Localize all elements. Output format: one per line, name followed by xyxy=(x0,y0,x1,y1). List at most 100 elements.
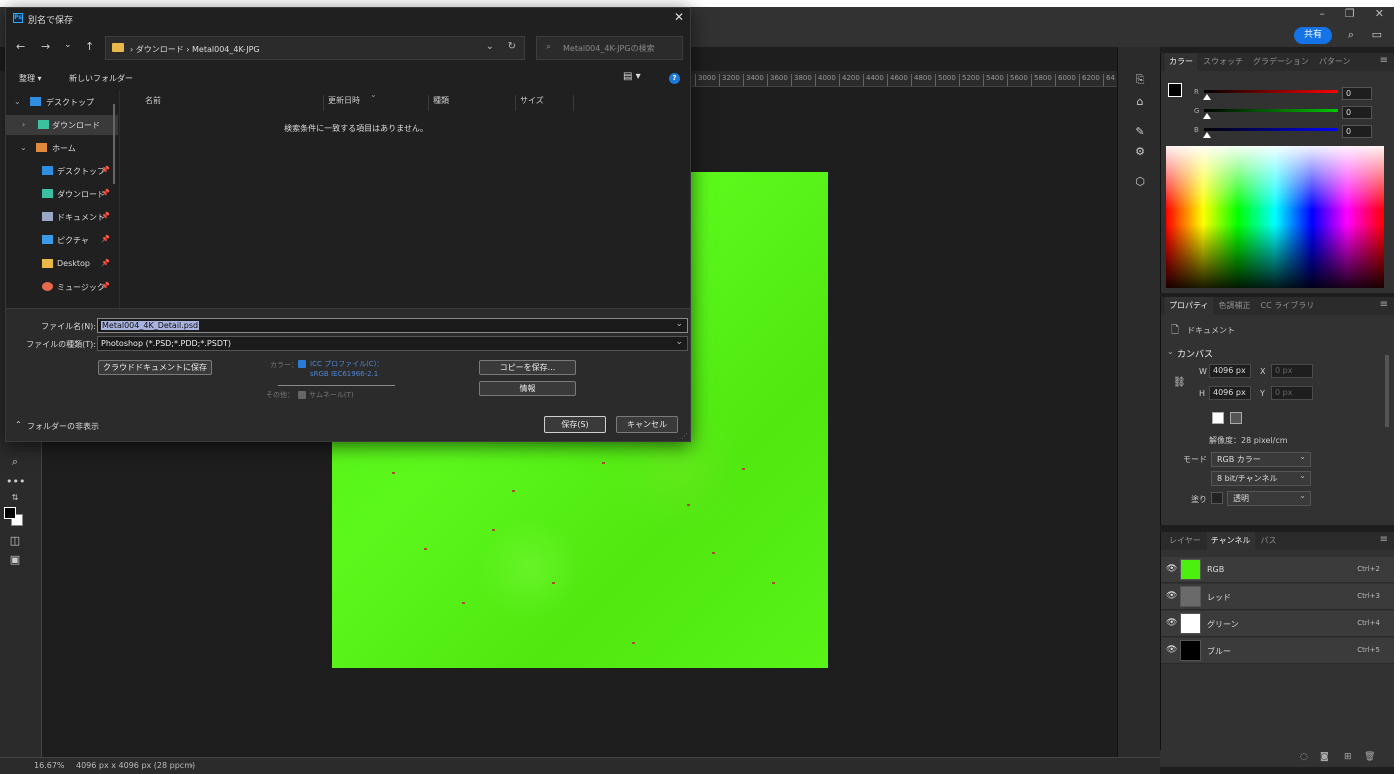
search-icon[interactable]: ⌕ xyxy=(1348,28,1354,42)
eye-icon[interactable]: 👁 xyxy=(1166,618,1177,628)
info-button[interactable]: 情報 xyxy=(479,381,576,396)
channel-row-red[interactable]: 👁 レッド Ctrl+3 xyxy=(1161,584,1394,610)
address-bar[interactable]: › ダウンロード › Metal004_4K-JPG ⌄ ↻ xyxy=(105,36,525,60)
chevron-icon[interactable]: › xyxy=(22,120,25,129)
tab-adjustments[interactable]: 色調補正 xyxy=(1215,297,1255,315)
tab-gradients[interactable]: グラデーション xyxy=(1249,53,1313,71)
organize-button[interactable]: 整理 ▾ xyxy=(19,73,42,84)
nav-item-desktop-pinned[interactable]: デスクトップ 📌 xyxy=(6,161,118,181)
recent-locations-icon[interactable]: ⌄ xyxy=(64,40,72,50)
nav-item-downloads[interactable]: › ダウンロード xyxy=(6,115,118,135)
pin-icon[interactable]: 📌 xyxy=(101,259,110,267)
mode-select[interactable]: RGB カラー xyxy=(1211,450,1311,467)
more-tools-icon[interactable]: ••• xyxy=(6,475,25,491)
history-icon[interactable]: ⎘ xyxy=(1132,73,1148,89)
eye-icon[interactable]: 👁 xyxy=(1166,645,1177,655)
y-field[interactable]: 0 px xyxy=(1271,386,1313,400)
tab-cc-libraries[interactable]: CC ライブラリ xyxy=(1257,297,1319,315)
slider-red-track[interactable] xyxy=(1204,90,1338,93)
slider-green[interactable]: G 0 xyxy=(1194,106,1394,120)
tab-swatches[interactable]: スウォッチ xyxy=(1199,53,1247,71)
nav-item-downloads-pinned[interactable]: ダウンロード 📌 xyxy=(6,184,118,204)
eye-icon[interactable]: 👁 xyxy=(1166,591,1177,601)
channel-row-blue[interactable]: 👁 ブルー Ctrl+5 xyxy=(1161,638,1394,664)
status-arrow-icon[interactable]: › xyxy=(190,761,193,770)
link-icon[interactable]: ⛓ xyxy=(1173,377,1186,388)
foreground-swatch[interactable] xyxy=(1168,83,1182,97)
new-folder-button[interactable]: 新しいフォルダー xyxy=(69,73,133,84)
zoom-tool-icon[interactable]: ⌕ xyxy=(6,455,24,471)
chevron-icon[interactable]: ⌄ xyxy=(14,97,21,106)
view-options-icon[interactable]: ▤ ▾ xyxy=(623,71,641,82)
slider-blue-value[interactable]: 0 xyxy=(1342,125,1372,138)
eye-icon[interactable]: 👁 xyxy=(1166,564,1177,574)
pin-icon[interactable]: 📌 xyxy=(101,166,110,174)
column-header-type[interactable]: 種類 xyxy=(429,95,516,111)
navigation-scrollbar[interactable] xyxy=(113,104,115,184)
panel-menu-icon[interactable]: ≡ xyxy=(1380,299,1388,310)
slider-green-thumb[interactable] xyxy=(1203,113,1211,119)
slider-blue[interactable]: B 0 xyxy=(1194,125,1394,139)
panel-menu-icon[interactable]: ≡ xyxy=(1380,534,1388,545)
section-chevron-icon[interactable]: ⌄ xyxy=(1167,347,1174,356)
quick-mask-icon[interactable]: ◫ xyxy=(6,534,24,550)
breadcrumb[interactable]: › ダウンロード › Metal004_4K-JPG xyxy=(130,44,260,55)
save-selection-icon[interactable]: ◙ xyxy=(1320,752,1329,762)
dialog-titlebar[interactable]: Ps 別名で保存 ✕ xyxy=(6,8,690,28)
help-icon[interactable]: ? xyxy=(669,73,680,84)
refresh-icon[interactable]: ↻ xyxy=(508,41,516,52)
pin-icon[interactable]: 📌 xyxy=(101,282,110,290)
minimize-icon[interactable]: – xyxy=(1319,7,1325,21)
workspace-icon[interactable]: ▭ xyxy=(1372,28,1382,41)
color-spectrum[interactable] xyxy=(1166,146,1384,288)
filetype-select[interactable]: Photoshop (*.PSD;*.PDD;*.PSDT) ⌄ xyxy=(97,336,688,351)
new-channel-icon[interactable]: ⊞ xyxy=(1344,752,1352,762)
save-button[interactable]: 保存(S) xyxy=(544,416,606,433)
filename-field[interactable]: Metal004_4K_Detail.psd ⌄ xyxy=(97,318,688,333)
save-copy-button[interactable]: コピーを保存... xyxy=(479,360,576,375)
properties-scrollbar[interactable] xyxy=(1385,355,1389,427)
slider-red-value[interactable]: 0 xyxy=(1342,87,1372,100)
nav-item-desktop[interactable]: ⌄ デスクトップ xyxy=(6,92,118,112)
height-field[interactable]: 4096 px xyxy=(1209,386,1251,400)
file-list[interactable]: 名前 ⌄ 更新日時 種類 サイズ 検索条件に一致する項目はありません。 xyxy=(121,90,690,308)
cloud-document-button[interactable]: クラウドドキュメントに保存 xyxy=(98,360,212,375)
channel-row-rgb[interactable]: 👁 RGB Ctrl+2 xyxy=(1161,557,1394,583)
actions-icon[interactable]: ⌂ xyxy=(1132,95,1148,111)
width-field[interactable]: 4096 px xyxy=(1209,364,1251,378)
chevron-down-icon[interactable]: ⌄ xyxy=(486,41,494,52)
brush-icon[interactable]: ✎ xyxy=(1132,125,1148,141)
hide-folders-button[interactable]: フォルダーの非表示 xyxy=(27,421,99,432)
thumbnail-checkbox[interactable] xyxy=(298,391,306,399)
chevron-up-icon[interactable]: ⌃ xyxy=(15,420,22,429)
up-arrow-icon[interactable]: ↑ xyxy=(85,40,94,53)
tab-patterns[interactable]: パターン xyxy=(1315,53,1355,71)
column-header-name[interactable]: 名前 xyxy=(145,95,324,111)
nav-item-documents[interactable]: ドキュメント 📌 xyxy=(6,207,118,227)
tab-channels[interactable]: チャンネル xyxy=(1206,532,1255,550)
chevron-icon[interactable]: ⌄ xyxy=(20,143,27,152)
slider-green-value[interactable]: 0 xyxy=(1342,106,1372,119)
restore-icon[interactable]: ❐ xyxy=(1345,7,1355,21)
column-header-date[interactable]: 更新日時 xyxy=(324,95,429,111)
nav-item-desktop-folder[interactable]: Desktop 📌 xyxy=(6,254,118,274)
icc-profile-label[interactable]: ICC プロファイル(C)： xyxy=(310,359,383,369)
fill-select[interactable]: 透明 xyxy=(1227,489,1311,506)
chevron-down-icon[interactable]: ⌄ xyxy=(675,318,683,331)
foreground-color-swatch[interactable] xyxy=(4,507,16,519)
nav-item-pictures[interactable]: ピクチャ 📌 xyxy=(6,230,118,250)
tab-paths[interactable]: パス xyxy=(1257,532,1281,550)
slider-blue-thumb[interactable] xyxy=(1203,132,1211,138)
channel-row-green[interactable]: 👁 グリーン Ctrl+4 xyxy=(1161,611,1394,637)
tab-layers[interactable]: レイヤー xyxy=(1165,532,1205,550)
cancel-button[interactable]: キャンセル xyxy=(616,416,678,433)
share-button[interactable]: 共有 xyxy=(1294,27,1332,44)
document-info[interactable]: 4096 px x 4096 px (28 ppcm) xyxy=(76,761,195,770)
back-arrow-icon[interactable]: ← xyxy=(16,40,25,53)
slider-green-track[interactable] xyxy=(1204,109,1338,112)
portrait-icon[interactable] xyxy=(1212,412,1224,424)
forward-arrow-icon[interactable]: → xyxy=(41,40,50,53)
zoom-level[interactable]: 16.67% xyxy=(34,761,65,770)
search-box[interactable]: ⌕ xyxy=(536,36,683,60)
tab-properties[interactable]: プロパティ xyxy=(1165,297,1213,315)
